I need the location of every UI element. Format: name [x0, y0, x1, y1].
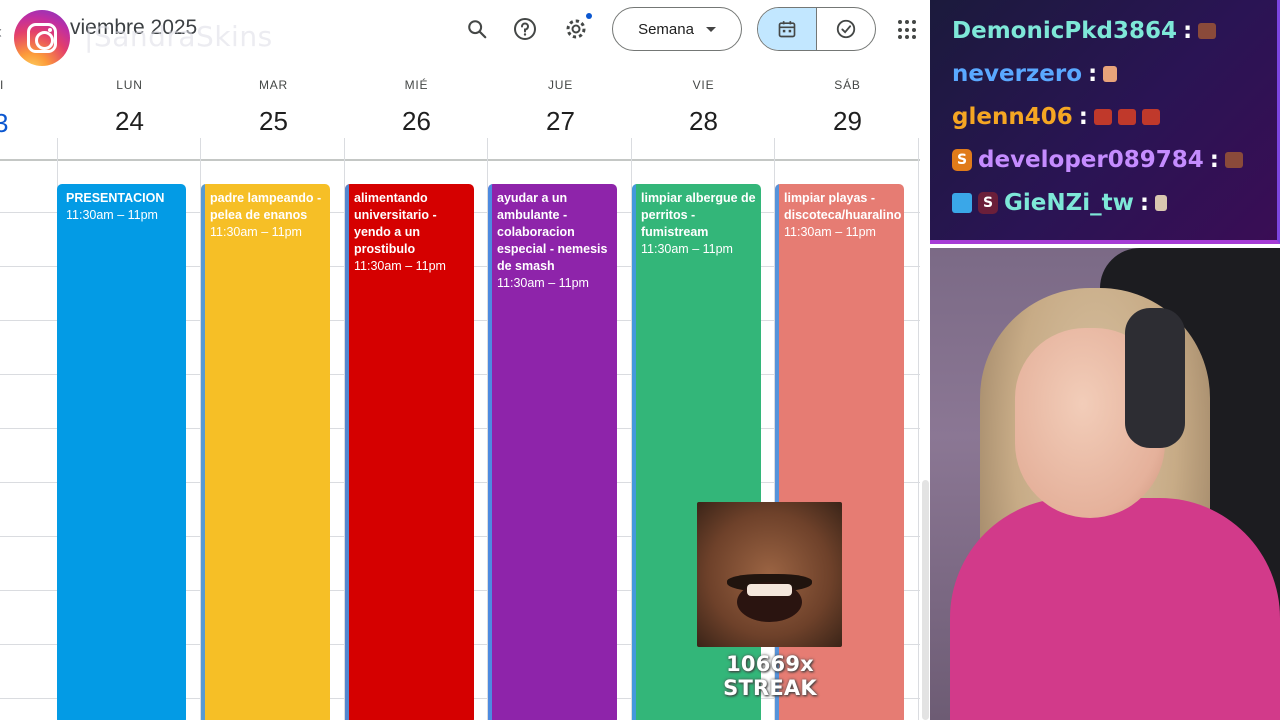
emote-icon [1224, 152, 1243, 168]
emote-icon [1093, 109, 1112, 125]
event-title: ayudar a un ambulante - colaboracion esp… [497, 191, 608, 273]
chat-message: neverzero : [952, 61, 1118, 87]
day-number: 24 [115, 106, 144, 136]
event-lun[interactable]: PRESENTACION 11:30am – 11pm [57, 184, 186, 720]
event-title: alimentando universitario - yendo a un p… [354, 191, 437, 256]
streamer-watermark: |SandraSkins [84, 20, 273, 53]
notification-dot [586, 13, 592, 19]
chat-username: neverzero [952, 61, 1083, 87]
day-column-divider [918, 138, 919, 720]
event-stripe [345, 184, 349, 720]
day-name: MAR [258, 78, 289, 92]
day-name: JUE [547, 78, 574, 92]
day-name: SÁB [834, 78, 861, 92]
search-icon[interactable] [464, 16, 490, 42]
emote-icon [1198, 23, 1217, 39]
chat-message: DemonicPkd3864 : [952, 18, 1217, 44]
day-name: LUN [116, 78, 143, 92]
day-number: 25 [259, 106, 288, 136]
chat-separator: : [1078, 104, 1088, 130]
day-header-vie[interactable]: VIE 28 [632, 78, 775, 137]
chat-separator: : [1088, 61, 1098, 87]
check-circle-icon [836, 19, 856, 39]
day-number: 29 [833, 106, 862, 136]
instagram-logo-icon [14, 10, 70, 66]
event-time: 11:30am – 11pm [354, 259, 446, 273]
day-header-jue[interactable]: JUE 27 [489, 78, 632, 137]
calendar-view-button[interactable] [758, 8, 817, 50]
event-title: limpiar albergue de perritos - fumistrea… [641, 191, 756, 239]
help-icon[interactable] [512, 16, 538, 42]
apps-grid-icon[interactable] [898, 20, 918, 40]
headset-icon [1125, 308, 1185, 448]
chat-username: DemonicPkd3864 [952, 18, 1177, 44]
day-header-mar[interactable]: MAR 25 [202, 78, 345, 137]
stream-screen: ‹ viembre 2025 |SandraSkins Semana [0, 0, 1280, 720]
event-time: 11:30am – 11pm [641, 242, 733, 256]
event-mie[interactable]: alimentando universitario - yendo a un p… [345, 184, 474, 720]
event-title: PRESENTACION [66, 191, 165, 205]
stream-chat-overlay: DemonicPkd3864 : neverzero : glenn406 : … [930, 0, 1280, 244]
event-time: 11:30am – 11pm [497, 276, 589, 290]
event-stripe [632, 184, 636, 720]
event-title: limpiar playas - discoteca/huaralino [784, 191, 902, 222]
chat-separator: : [1209, 147, 1219, 173]
emote-icon [1155, 195, 1168, 211]
emote-icon [1117, 109, 1136, 125]
sub-badge-icon: S [952, 149, 972, 171]
day-name: VIE [692, 78, 715, 92]
webcam-feed [930, 248, 1280, 720]
event-mar[interactable]: padre lampeando - pelea de enanos 11:30a… [201, 184, 330, 720]
chat-separator: : [1139, 190, 1150, 216]
view-select[interactable]: Semana [612, 7, 742, 51]
event-jue[interactable]: ayudar a un ambulante - colaboracion esp… [488, 184, 617, 720]
day-number: 26 [402, 106, 431, 136]
streamer-shirt [950, 498, 1280, 720]
cube-badge-icon [952, 193, 972, 213]
day-name: MIÉ [404, 78, 429, 92]
settings-gear-icon[interactable] [563, 16, 589, 42]
chat-username: GieNZi_tw [1004, 190, 1134, 216]
emote-icon [1103, 66, 1118, 82]
emote-icon [1141, 109, 1160, 125]
event-stripe [201, 184, 205, 720]
calendar-topbar: ‹ viembre 2025 |SandraSkins Semana [0, 0, 930, 66]
chat-message: glenn406 : [952, 104, 1160, 130]
event-time: 11:30am – 11pm [210, 225, 302, 239]
chat-message: S developer089784 : [952, 147, 1243, 173]
calendar-icon [778, 21, 796, 38]
prev-day-name: I [0, 78, 4, 92]
prev-chevron-icon[interactable]: ‹ [0, 22, 2, 43]
prev-day-number: 3 [0, 108, 9, 138]
day-header-sab[interactable]: SÁB 29 [776, 78, 919, 137]
streak-counter: 10669x STREAK [723, 652, 817, 700]
chat-username: glenn406 [952, 104, 1073, 130]
chat-message: S GieNZi_tw : [952, 190, 1168, 216]
day-number: 27 [546, 106, 575, 136]
event-time: 11:30am – 11pm [66, 208, 158, 222]
calendar-scrollbar[interactable] [922, 480, 929, 720]
meme-emote-image [697, 502, 842, 647]
header-divider [0, 159, 920, 161]
event-time: 11:30am – 11pm [784, 225, 876, 239]
view-toggle [757, 7, 876, 51]
sub-badge-icon: S [978, 192, 998, 214]
caret-down-icon [705, 26, 716, 32]
event-title: padre lampeando - pelea de enanos [210, 191, 322, 222]
view-select-label: Semana [638, 20, 694, 38]
day-header-lun[interactable]: LUN 24 [58, 78, 201, 137]
day-number: 28 [689, 106, 718, 136]
day-header-mie[interactable]: MIÉ 26 [345, 78, 488, 137]
chat-username: developer089784 [978, 147, 1204, 173]
event-stripe [488, 184, 492, 720]
tasks-view-button[interactable] [817, 8, 875, 50]
chat-separator: : [1182, 18, 1193, 44]
